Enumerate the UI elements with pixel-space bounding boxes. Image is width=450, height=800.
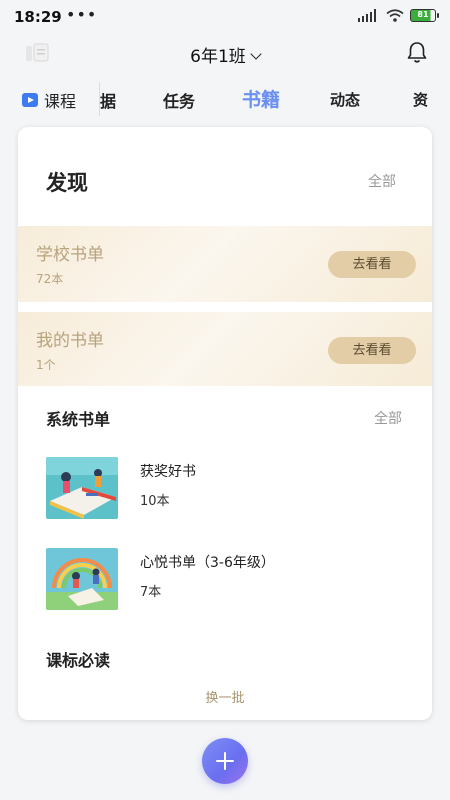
- discover-all-link[interactable]: 全部: [368, 171, 396, 191]
- tab-activity[interactable]: 动态: [330, 89, 360, 110]
- status-dots: •••: [66, 5, 98, 24]
- refresh-batch-button[interactable]: 换一批: [18, 687, 432, 706]
- status-bar: 18:29 ••• 81: [0, 0, 450, 34]
- signal-icon: [358, 9, 376, 22]
- wifi-icon: [386, 9, 404, 22]
- system-booklist-title: 系统书单: [46, 410, 111, 429]
- system-booklist-all-link[interactable]: 全部: [374, 408, 402, 428]
- book-list-count: 10本: [140, 494, 170, 509]
- school-booklist-banner[interactable]: 学校书单 72本 去看看: [18, 226, 432, 302]
- status-icons: 81: [358, 9, 439, 22]
- tab-course-label: 课程: [44, 92, 77, 111]
- battery-icon: 81: [410, 9, 439, 22]
- list-item-award-books[interactable]: 获奖好书 10本: [46, 457, 406, 521]
- chevron-down-icon: [250, 48, 262, 60]
- my-booklist-button[interactable]: 去看看: [328, 337, 416, 364]
- play-icon: [22, 93, 38, 107]
- school-booklist-count: 72本: [36, 272, 64, 286]
- book-list-name: 心悦书单（3-6年级）: [140, 555, 275, 571]
- my-booklist-count: 1个: [36, 358, 56, 372]
- list-item-xinyue-books[interactable]: 心悦书单（3-6年级） 7本: [46, 548, 406, 612]
- class-name[interactable]: 6年1班: [190, 47, 246, 67]
- tab-course[interactable]: 课程: [22, 88, 76, 112]
- my-booklist-title: 我的书单: [36, 331, 104, 351]
- tab-data[interactable]: 据: [100, 88, 116, 112]
- top-header: 6年1班: [0, 34, 450, 74]
- book-cover-image: [46, 548, 118, 610]
- tab-bar: 课程 据 任务 书籍 动态 资: [0, 78, 450, 118]
- add-button[interactable]: [202, 738, 248, 784]
- discover-title: 发现: [46, 171, 88, 195]
- tab-resources[interactable]: 资: [413, 89, 428, 110]
- tab-books[interactable]: 书籍: [242, 85, 280, 112]
- curriculum-title: 课标必读: [46, 651, 111, 670]
- my-booklist-banner[interactable]: 我的书单 1个 去看看: [18, 312, 432, 386]
- book-list-count: 7本: [140, 585, 162, 600]
- class-selector[interactable]: 6年1班: [0, 42, 450, 67]
- book-list-name: 获奖好书: [140, 464, 196, 480]
- bell-icon[interactable]: [406, 40, 428, 64]
- status-time: 18:29: [14, 8, 62, 26]
- book-card: 发现 全部 学校书单 72本 去看看 我的书单 1个 去看看 系统书单 全部 获…: [18, 127, 432, 720]
- school-booklist-button[interactable]: 去看看: [328, 251, 416, 278]
- school-booklist-title: 学校书单: [36, 245, 104, 265]
- tab-tasks[interactable]: 任务: [163, 88, 195, 112]
- book-cover-image: [46, 457, 118, 519]
